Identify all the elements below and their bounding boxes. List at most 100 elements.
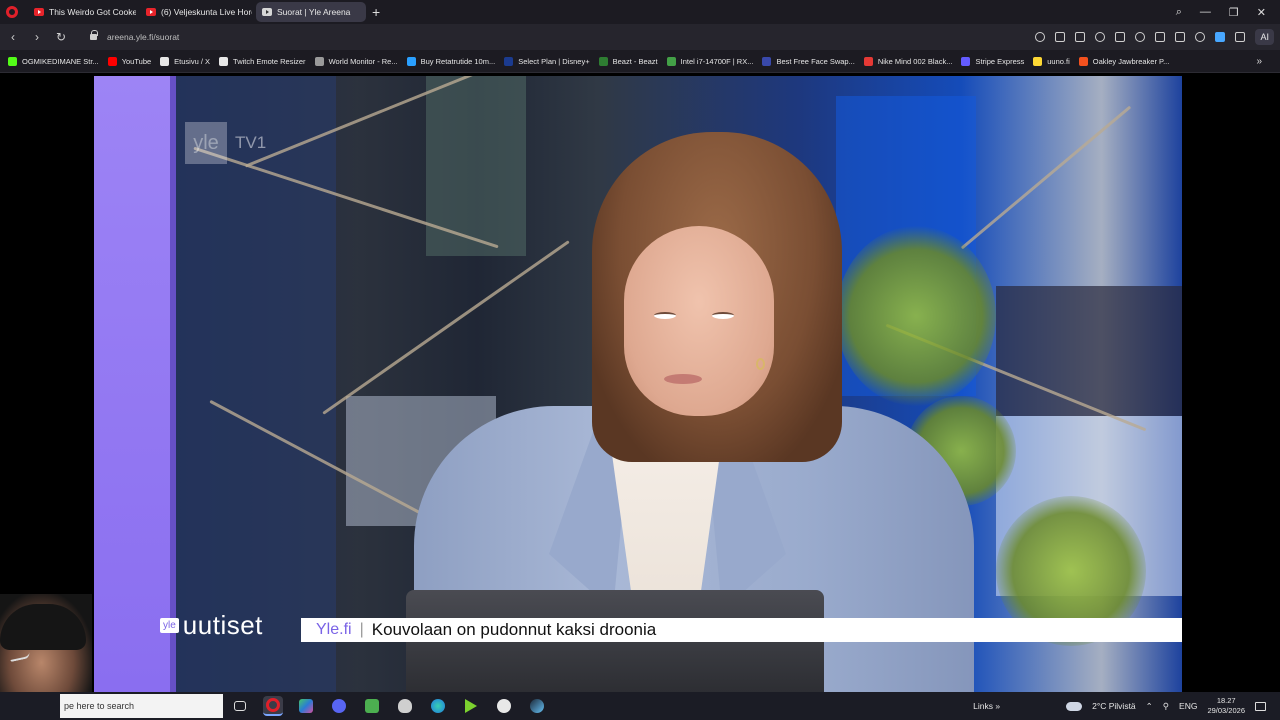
bookmark-label: Best Free Face Swap... xyxy=(776,56,855,66)
reload-icon[interactable]: ↻ xyxy=(50,30,72,44)
close-icon[interactable]: ✕ xyxy=(1257,6,1266,19)
snapshot-icon[interactable] xyxy=(1075,32,1086,42)
bookmark-label: Beazt - Beazt xyxy=(612,56,658,66)
bookmark-label: Stripe Express xyxy=(975,56,1025,66)
opera-menu-button[interactable] xyxy=(0,0,24,24)
bookmark-item[interactable]: Select Plan | Disney+ xyxy=(504,56,590,66)
video-player[interactable]: yle TV1 yle uutiset Yle.fi | Kouvolaan o… xyxy=(94,76,1182,692)
app-taskbar-icon[interactable] xyxy=(296,696,316,716)
bookmark-label: Buy Retatrutide 10m... xyxy=(420,56,496,66)
maximize-icon[interactable]: ❐ xyxy=(1229,6,1239,19)
channel-bug: yle TV1 xyxy=(185,122,266,164)
toolbar-icons: AI xyxy=(1035,29,1280,45)
links-toolbar[interactable]: Links » xyxy=(973,701,1000,711)
back-icon[interactable]: ‹ xyxy=(2,30,24,44)
bookmark-favicon-icon xyxy=(1033,56,1043,66)
bookmark-item[interactable]: Twitch Emote Resizer xyxy=(219,56,306,66)
search-tabs-icon[interactable]: ⌕ xyxy=(1176,6,1182,19)
adblock-icon[interactable] xyxy=(1095,32,1106,42)
tab-1[interactable]: This Weirdo Got Cooked xyxy=(28,2,136,22)
discord-taskbar-icon[interactable] xyxy=(329,696,349,716)
tab-2[interactable]: (6) Veljeskunta Live Horoi xyxy=(140,2,252,22)
bookmark-favicon-icon xyxy=(504,56,514,66)
bookmark-favicon-icon xyxy=(666,56,676,66)
bookmark-label: Oakley Jawbreaker P... xyxy=(1092,56,1170,66)
bookmark-item[interactable]: Best Free Face Swap... xyxy=(762,56,855,66)
bookmark-item[interactable]: Buy Retatrutide 10m... xyxy=(406,56,496,66)
tab-3-active[interactable]: Suorat | Yle Areena xyxy=(256,2,366,22)
edit-icon[interactable] xyxy=(1055,32,1066,42)
weather-cloud-icon[interactable] xyxy=(1066,701,1083,711)
minimize-icon[interactable]: — xyxy=(1200,6,1211,18)
bookmark-item[interactable]: OGMIKEDIMANE Str... xyxy=(8,56,99,66)
heart-icon[interactable] xyxy=(1135,32,1146,42)
extension-icon[interactable] xyxy=(1215,32,1226,42)
program-logo: yle uutiset xyxy=(160,610,263,641)
steam-taskbar-icon[interactable] xyxy=(527,696,547,716)
bookmark-item[interactable]: Stripe Express xyxy=(961,56,1025,66)
ticker-source: Yle.fi xyxy=(316,621,352,638)
media-taskbar-icon[interactable] xyxy=(461,696,481,716)
notification-icon[interactable] xyxy=(1255,701,1266,711)
presenter-face xyxy=(624,226,774,416)
tab-title: (6) Veljeskunta Live Horoi xyxy=(161,7,252,17)
opera-logo-icon xyxy=(6,6,18,18)
clock-date: 29/03/2026 xyxy=(1207,706,1245,715)
windows-taskbar: pe here to search Links » 2°C Pilvistä ⌃… xyxy=(0,692,1280,720)
taskbar-search-input[interactable]: pe here to search xyxy=(60,694,223,718)
url-host: areena.yle.fi xyxy=(107,32,154,42)
bookmark-favicon-icon xyxy=(598,56,608,66)
bookmark-item[interactable]: Beazt - Beazt xyxy=(598,56,658,66)
bookmark-item[interactable]: Oakley Jawbreaker P... xyxy=(1078,56,1170,66)
links-label: Links xyxy=(973,701,993,711)
news-ticker: Yle.fi | Kouvolaan on pudonnut kaksi dro… xyxy=(301,618,1182,642)
task-view-icon[interactable] xyxy=(230,696,250,716)
tab-title: This Weirdo Got Cooked xyxy=(49,7,136,17)
opera-taskbar-icon[interactable] xyxy=(263,696,283,716)
bookmark-item[interactable]: YouTube xyxy=(107,56,151,66)
yle-logo: yle xyxy=(185,122,227,164)
tab-title: Suorat | Yle Areena xyxy=(277,7,351,17)
channel-name: TV1 xyxy=(235,133,267,152)
system-tray: Links » 2°C Pilvistä ⌃ ⚲ ENG 18.27 29/03… xyxy=(973,692,1280,720)
chevron-up-icon[interactable]: ⌃ xyxy=(1146,701,1153,712)
forward-icon[interactable]: › xyxy=(26,30,48,44)
bookmark-favicon-icon xyxy=(160,56,170,66)
program-name: uutiset xyxy=(182,610,263,640)
language-indicator[interactable]: ENG xyxy=(1179,701,1197,711)
chat-taskbar-icon[interactable] xyxy=(362,696,382,716)
bookmark-favicon-icon xyxy=(8,56,17,66)
play-icon[interactable] xyxy=(1115,32,1126,42)
bookmark-label: Twitch Emote Resizer xyxy=(233,56,306,66)
clock[interactable]: 18.27 29/03/2026 xyxy=(1207,696,1245,716)
youtube-icon xyxy=(146,8,156,16)
bookmark-favicon-icon xyxy=(107,56,117,66)
search-icon[interactable] xyxy=(1035,32,1046,42)
bookmark-item[interactable]: uuno.fi xyxy=(1033,56,1070,66)
presenter-earring xyxy=(756,358,765,370)
app2-taskbar-icon[interactable] xyxy=(494,696,514,716)
weather-text[interactable]: 2°C Pilvistä xyxy=(1092,701,1136,711)
download-icon[interactable] xyxy=(1155,32,1166,42)
bookmark-label: Select Plan | Disney+ xyxy=(518,56,590,66)
presenter-mouth xyxy=(664,374,702,384)
menu-icon[interactable] xyxy=(1175,32,1186,42)
page-viewport: yle TV1 yle uutiset Yle.fi | Kouvolaan o… xyxy=(0,74,1280,692)
ai-button[interactable]: AI xyxy=(1255,29,1274,45)
studio-purple-panel xyxy=(94,76,176,692)
bookmark-item[interactable]: Etusivu / X xyxy=(160,56,210,66)
yle-icon xyxy=(262,8,272,16)
bookmark-item[interactable]: Nike Mind 002 Black... xyxy=(863,56,952,66)
network-icon[interactable]: ⚲ xyxy=(1163,701,1169,712)
url-field[interactable]: areena.yle.fi/suorat xyxy=(107,32,179,42)
bookmarks-more-icon[interactable]: » xyxy=(1256,56,1262,67)
bookmark-item[interactable]: World Monitor - Re... xyxy=(314,56,398,66)
bookmarks-bar: OGMIKEDIMANE Str... YouTube Etusivu / X Twi… xyxy=(0,50,1280,73)
bookmark-favicon-icon xyxy=(762,56,772,66)
cube-icon[interactable] xyxy=(1235,32,1246,42)
edge-taskbar-icon[interactable] xyxy=(428,696,448,716)
shield-taskbar-icon[interactable] xyxy=(395,696,415,716)
bookmark-item[interactable]: Intel i7-14700F | RX... xyxy=(666,56,753,66)
new-tab-button[interactable]: + xyxy=(372,5,380,19)
profile-icon[interactable] xyxy=(1195,32,1206,42)
